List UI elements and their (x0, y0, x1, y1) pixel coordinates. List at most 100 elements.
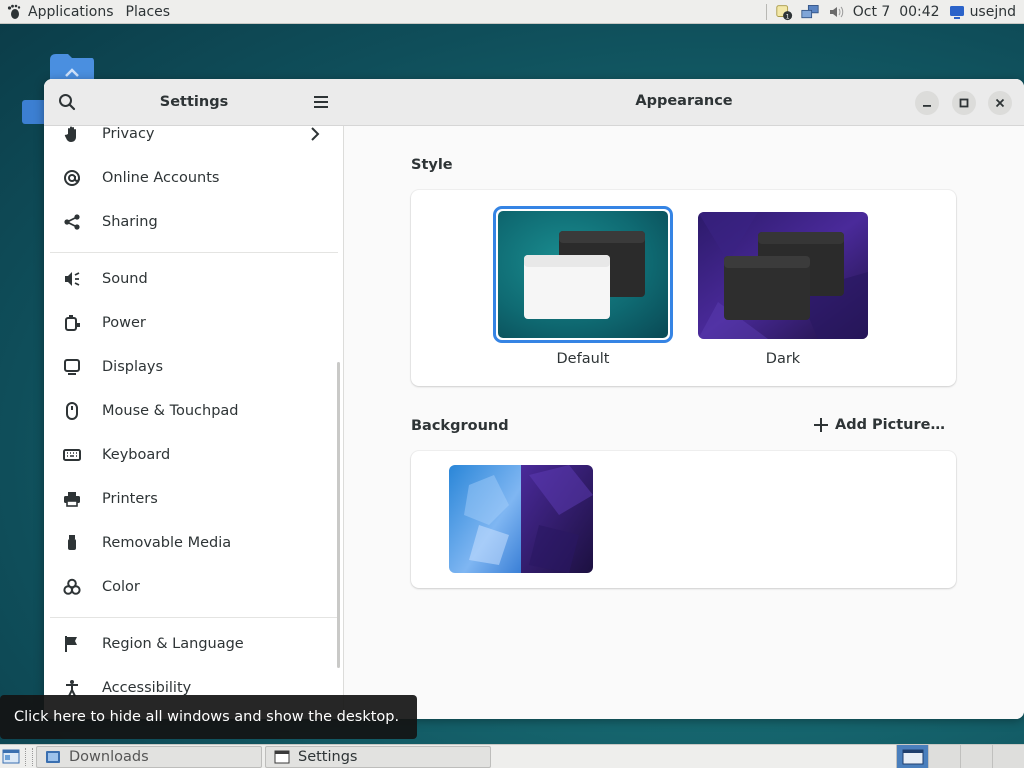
background-wallpaper-preview (449, 465, 593, 573)
workspace-3[interactable] (960, 745, 992, 768)
sidebar-item-removable-media[interactable]: Removable Media (52, 523, 336, 563)
add-picture-label: Add Picture… (835, 417, 945, 433)
style-default-label: Default (556, 351, 610, 367)
sidebar-scrollbar[interactable] (337, 362, 340, 668)
sidebar-item-label: Removable Media (102, 535, 232, 551)
sidebar-item-label: Region & Language (102, 636, 244, 652)
sidebar-item-label: Keyboard (102, 447, 171, 463)
mouse-icon (62, 401, 82, 421)
plus-icon (814, 418, 828, 432)
task-label: Downloads (69, 748, 149, 765)
style-dark-preview (698, 212, 868, 339)
task-settings[interactable]: Settings (265, 745, 491, 768)
power-icon (62, 313, 82, 333)
settings-sidebar: Settings Privacy Online Accounts Sharing… (44, 79, 344, 719)
speaker-icon (62, 269, 82, 289)
show-desktop-button[interactable] (0, 746, 22, 768)
sidebar-item-displays[interactable]: Displays (52, 347, 336, 387)
updates-icon[interactable]: 1 (775, 3, 793, 21)
sidebar-item-sound[interactable]: Sound (52, 259, 336, 299)
system-tray: 1 Oct 7 00:42 usejnd (765, 0, 1024, 24)
top-panel: Applications Places 1 Oct 7 00:42 usejnd (0, 0, 1024, 24)
taskbar-handle[interactable] (25, 747, 33, 766)
sidebar-item-label: Color (102, 579, 140, 595)
sidebar-item-online-accounts[interactable]: Online Accounts (52, 158, 336, 198)
sidebar-item-region-language[interactable]: Region & Language (52, 624, 336, 664)
sidebar-item-mouse-touchpad[interactable]: Mouse & Touchpad (52, 391, 336, 431)
style-option-default[interactable]: Default (493, 206, 673, 376)
applications-menu[interactable]: Applications (0, 0, 120, 24)
user-icon[interactable] (948, 3, 966, 21)
sidebar-divider (50, 252, 338, 253)
sidebar-item-privacy[interactable]: Privacy (52, 126, 336, 154)
places-menu[interactable]: Places (120, 0, 177, 24)
workspace-4[interactable] (992, 745, 1024, 768)
background-card (411, 451, 956, 588)
background-section-label: Background (411, 418, 509, 434)
style-card: Default Dark (411, 190, 956, 386)
usb-icon (62, 533, 82, 553)
tooltip-text: Click here to hide all windows and show … (14, 709, 400, 725)
svg-text:1: 1 (785, 13, 789, 20)
sidebar-item-label: Printers (102, 491, 158, 507)
sidebar-list[interactable]: Privacy Online Accounts Sharing Sound Po… (44, 126, 344, 719)
show-desktop-icon (2, 749, 20, 763)
close-button[interactable] (988, 91, 1012, 115)
sidebar-item-power[interactable]: Power (52, 303, 336, 343)
sidebar-item-keyboard[interactable]: Keyboard (52, 435, 336, 475)
gnome-foot-icon (7, 4, 21, 19)
sidebar-item-sharing[interactable]: Sharing (52, 202, 336, 242)
sidebar-item-label: Displays (102, 359, 164, 375)
window-icon (274, 750, 290, 763)
background-thumbnail[interactable] (449, 465, 593, 573)
keyboard-icon (62, 445, 82, 465)
task-label: Settings (298, 748, 358, 765)
style-option-dark[interactable]: Dark (693, 206, 873, 376)
user-name[interactable]: usejnd (970, 4, 1016, 20)
close-icon (995, 98, 1005, 108)
style-default-preview (498, 211, 668, 338)
sidebar-divider (50, 617, 338, 618)
desktop-item-edge[interactable] (22, 100, 44, 124)
workspace-switcher (896, 745, 1024, 768)
search-icon (59, 94, 76, 111)
hamburger-menu-button[interactable] (310, 91, 332, 113)
desktop-folder-icon[interactable] (48, 52, 96, 82)
show-desktop-tooltip: Click here to hide all windows and show … (0, 695, 417, 739)
sidebar-item-printers[interactable]: Printers (52, 479, 336, 519)
search-button[interactable] (56, 91, 78, 113)
bottom-panel: Downloads Settings (0, 744, 1024, 768)
task-downloads[interactable]: Downloads (36, 745, 262, 768)
sidebar-item-label: Accessibility (102, 680, 192, 696)
sidebar-item-label: Mouse & Touchpad (102, 403, 239, 419)
share-icon (62, 212, 82, 232)
sidebar-item-label: Power (102, 315, 146, 331)
appearance-content: Style Default Dark Background Add Pictur… (344, 126, 1024, 719)
sidebar-item-color[interactable]: Color (52, 567, 336, 607)
maximize-button[interactable] (952, 91, 976, 115)
tray-separator (765, 3, 767, 20)
hand-icon (62, 126, 82, 144)
workspace-1[interactable] (896, 745, 928, 768)
add-picture-button[interactable]: Add Picture… (813, 417, 945, 433)
minimize-button[interactable] (915, 91, 939, 115)
volume-icon[interactable] (827, 3, 845, 21)
printer-icon (62, 489, 82, 509)
folder-icon (46, 750, 60, 763)
workspace-window-icon (902, 749, 923, 764)
network-icon[interactable] (801, 3, 819, 21)
sidebar-item-label: Sound (102, 271, 148, 287)
chevron-right-icon (311, 127, 320, 141)
workspace-2[interactable] (928, 745, 960, 768)
settings-window: Settings Privacy Online Accounts Sharing… (44, 79, 1024, 719)
maximize-icon (959, 98, 969, 108)
applications-label: Applications (28, 3, 114, 20)
display-icon (62, 357, 82, 377)
color-icon (62, 577, 82, 597)
style-section-label: Style (411, 157, 453, 173)
clock[interactable]: Oct 7 00:42 (853, 4, 940, 20)
at-icon (62, 168, 82, 188)
sidebar-title: Settings (159, 94, 229, 110)
style-dark-label: Dark (765, 351, 801, 367)
places-label: Places (125, 3, 171, 20)
